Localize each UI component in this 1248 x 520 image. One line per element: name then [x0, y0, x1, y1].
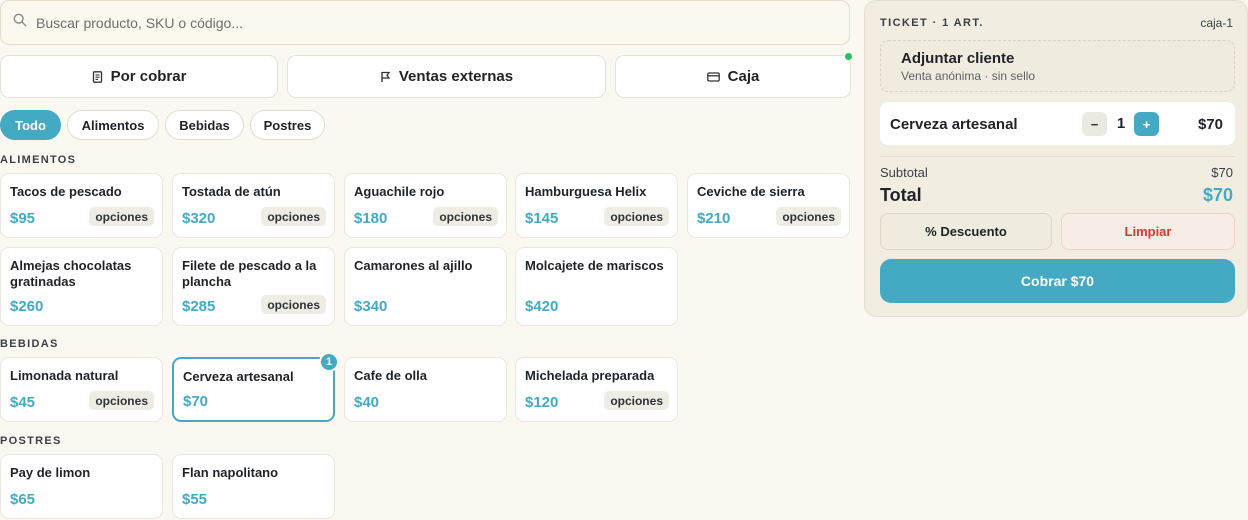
- product-name: Cafe de olla: [354, 368, 427, 383]
- options-badge[interactable]: opciones: [261, 295, 326, 314]
- product-card[interactable]: Almejas chocolatas gratinadas $260: [0, 247, 163, 326]
- clear-button[interactable]: Limpiar: [1061, 213, 1235, 250]
- product-price: $40: [354, 394, 380, 411]
- product-card[interactable]: Camarones al ajillo $340: [344, 247, 507, 326]
- product-price: $70: [183, 393, 209, 410]
- product-card[interactable]: Michelada preparada $120 opciones: [515, 357, 678, 422]
- product-price: $210: [697, 210, 731, 227]
- subtotal-value: $70: [1211, 165, 1233, 180]
- section-label-alimentos: ALIMENTOS: [0, 154, 77, 166]
- product-name: Aguachile rojo: [354, 184, 445, 199]
- product-price: $45: [10, 394, 36, 411]
- product-card[interactable]: Filete de pescado a la plancha $285 opci…: [172, 247, 335, 326]
- options-badge[interactable]: opciones: [604, 391, 669, 410]
- product-price: $285: [182, 298, 216, 315]
- ticket-panel: TICKET · 1 ART. caja-1 Adjuntar cliente …: [864, 0, 1248, 317]
- product-card-selected[interactable]: Cerveza artesanal $70 1: [172, 352, 339, 422]
- category-chip-bebidas[interactable]: Bebidas: [165, 110, 244, 140]
- product-card[interactable]: Pay de limon $65: [0, 454, 163, 519]
- product-name: Camarones al ajillo: [354, 258, 473, 273]
- online-status-dot: [845, 53, 852, 60]
- product-price: $320: [182, 210, 216, 227]
- flag-icon: [380, 71, 391, 83]
- line-item-price: $70: [1197, 116, 1223, 133]
- options-badge[interactable]: opciones: [776, 207, 841, 226]
- product-price: $55: [182, 491, 208, 508]
- product-price: $120: [525, 394, 559, 411]
- search-icon: [13, 13, 36, 32]
- category-chip-postres[interactable]: Postres: [250, 110, 325, 140]
- product-price: $420: [525, 298, 559, 315]
- receipt-icon: [92, 70, 103, 83]
- options-badge[interactable]: opciones: [261, 207, 326, 226]
- product-name: Cerveza artesanal: [183, 369, 294, 384]
- product-price: $260: [10, 298, 44, 315]
- credit-card-icon: [706, 71, 720, 83]
- total-value: $70: [1202, 185, 1233, 205]
- por-cobrar-button[interactable]: Por cobrar: [0, 55, 278, 98]
- ventas-externas-label: Ventas externas: [398, 68, 514, 85]
- product-card[interactable]: Flan napolitano $55: [172, 454, 335, 519]
- product-name: Pay de limon: [10, 465, 91, 480]
- product-name: Limonada natural: [10, 368, 119, 383]
- attach-client-title: Adjuntar cliente: [901, 50, 1015, 67]
- product-card[interactable]: Ceviche de sierra $210 opciones: [687, 173, 850, 238]
- product-name: Molcajete de mariscos: [525, 258, 664, 273]
- ventas-externas-button[interactable]: Ventas externas: [287, 55, 606, 98]
- product-price: $180: [354, 210, 388, 227]
- register-id: caja-1: [1200, 16, 1233, 30]
- ticket-line-item: Cerveza artesanal − 1 + $70: [880, 102, 1235, 145]
- options-badge[interactable]: opciones: [433, 207, 498, 226]
- attach-client-subtitle: Venta anónima · sin sello: [901, 69, 1036, 83]
- product-card[interactable]: Molcajete de mariscos $420: [515, 247, 678, 326]
- product-card[interactable]: Limonada natural $45 opciones: [0, 357, 163, 422]
- product-name: Flan napolitano: [182, 465, 279, 480]
- product-price: $65: [10, 491, 36, 508]
- product-name: Hamburguesa Helix: [525, 184, 647, 199]
- category-chip-todo[interactable]: Todo: [0, 110, 61, 140]
- por-cobrar-label: Por cobrar: [110, 68, 187, 85]
- section-label-postres: POSTRES: [0, 435, 62, 447]
- product-name: Tacos de pescado: [10, 184, 122, 199]
- section-label-bebidas: BEBIDAS: [0, 338, 59, 350]
- product-price: $145: [525, 210, 559, 227]
- mode-buttons: Por cobrar Ventas externas Caja: [0, 55, 852, 98]
- options-badge[interactable]: opciones: [604, 207, 669, 226]
- product-name: Tostada de atún: [182, 184, 281, 199]
- divider: [880, 156, 1235, 157]
- product-name: Almejas chocolatas gratinadas: [10, 258, 132, 289]
- subtotal-label: Subtotal: [880, 165, 928, 180]
- caja-button[interactable]: Caja: [615, 55, 851, 98]
- product-name: Ceviche de sierra: [697, 184, 805, 199]
- product-card[interactable]: Tostada de atún $320 opciones: [172, 173, 335, 238]
- line-item-name: Cerveza artesanal: [890, 116, 1018, 133]
- product-card[interactable]: Aguachile rojo $180 opciones: [344, 173, 507, 238]
- product-name: Michelada preparada: [525, 368, 655, 383]
- category-chip-alimentos[interactable]: Alimentos: [67, 110, 159, 140]
- product-price: $340: [354, 298, 388, 315]
- search-input[interactable]: [36, 14, 816, 31]
- options-badge[interactable]: opciones: [89, 391, 154, 410]
- quantity-badge: 1: [319, 352, 339, 372]
- product-area: Por cobrar Ventas externas Caja Todo Ali…: [0, 0, 852, 520]
- ticket-title: TICKET · 1 ART.: [880, 17, 984, 29]
- product-price: $95: [10, 210, 36, 227]
- discount-button[interactable]: % Descuento: [880, 213, 1052, 250]
- total-label: Total: [880, 185, 922, 205]
- product-card[interactable]: Tacos de pescado $95 opciones: [0, 173, 163, 238]
- decrease-quantity-button[interactable]: −: [1082, 112, 1107, 136]
- search-bar[interactable]: [0, 0, 850, 45]
- line-item-quantity: 1: [1116, 115, 1126, 132]
- caja-label: Caja: [727, 68, 760, 85]
- product-card[interactable]: Hamburguesa Helix $145 opciones: [515, 173, 678, 238]
- increase-quantity-button[interactable]: +: [1134, 112, 1159, 136]
- product-name: Filete de pescado a la plancha: [182, 258, 317, 289]
- charge-button[interactable]: Cobrar $70: [880, 259, 1235, 303]
- attach-client-button[interactable]: Adjuntar cliente Venta anónima · sin sel…: [880, 40, 1235, 92]
- options-badge[interactable]: opciones: [89, 207, 154, 226]
- product-card[interactable]: Cafe de olla $40: [344, 357, 507, 422]
